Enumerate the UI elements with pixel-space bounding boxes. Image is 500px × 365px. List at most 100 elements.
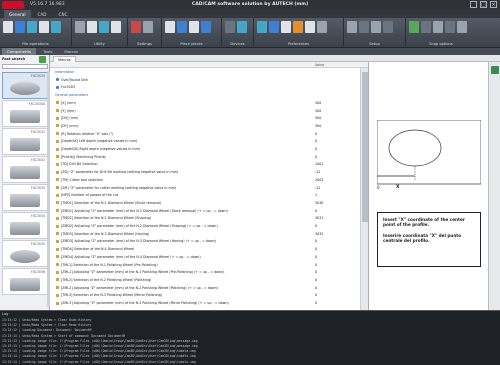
- parameter-row[interactable]: [TMD3] Selection of the N.3 Diamond Whee…: [50, 231, 360, 237]
- parameter-row[interactable]: [DepthSX] Left depth (negative values in…: [50, 138, 360, 144]
- parameter-row[interactable]: [ZML2] Adjusting "Z" parameter (mm) of t…: [50, 285, 360, 291]
- parameter-value[interactable]: 3031: [315, 215, 323, 221]
- snap-grid-icon[interactable]: [409, 21, 419, 33]
- parameter-value[interactable]: 0: [315, 138, 317, 144]
- component-thumbnail[interactable]: FXC3030: [2, 72, 48, 99]
- gear-icon[interactable]: [143, 21, 153, 33]
- monitor-icon[interactable]: [177, 21, 187, 33]
- grid-scrollbar[interactable]: [360, 68, 368, 310]
- tab-tools[interactable]: Tools: [38, 48, 57, 55]
- search-icon[interactable]: [39, 56, 46, 63]
- parameter-row[interactable]: [ZMD1] Adjusting "Z" parameter (mm) of t…: [50, 208, 360, 214]
- wrench-icon[interactable]: [111, 21, 121, 33]
- parameter-value[interactable]: 0: [315, 285, 317, 291]
- layers-icon[interactable]: [269, 21, 279, 33]
- component-thumbnail[interactable]: FXC3034: [2, 212, 48, 239]
- save-icon[interactable]: [27, 21, 37, 33]
- open-file-icon[interactable]: [15, 21, 25, 33]
- parameter-value[interactable]: 0: [315, 254, 317, 260]
- language-flag-icon[interactable]: [131, 21, 141, 33]
- parameter-value[interactable]: -22: [315, 185, 320, 191]
- parameter-value[interactable]: 300: [315, 108, 321, 114]
- parameter-row[interactable]: [ZMD4] Adjusting "Z" parameter (mm) of t…: [50, 254, 360, 260]
- tab-components[interactable]: Components: [2, 48, 37, 55]
- tab-cnc[interactable]: CNC: [54, 10, 73, 18]
- pointer-icon[interactable]: [293, 21, 303, 33]
- view-toggle-icon[interactable]: [491, 66, 499, 74]
- setup-icon[interactable]: [347, 21, 357, 33]
- parameter-value[interactable]: 0: [315, 262, 317, 268]
- monitor-icon[interactable]: [201, 21, 211, 33]
- parameter-row[interactable]: [X] (mm) 300: [50, 100, 360, 106]
- config-icon[interactable]: [371, 21, 381, 33]
- parameter-row[interactable]: [Priority] Machining Priority 0: [50, 154, 360, 160]
- parameter-row[interactable]: [ZD] "Z" parameter for Drill Bit working…: [50, 169, 360, 175]
- parameter-value[interactable]: -22: [315, 169, 320, 175]
- parameter-value[interactable]: 3030: [315, 200, 323, 206]
- parameter-row[interactable]: [NPZ] Number of passes of the cut 1: [50, 192, 360, 198]
- refresh-icon[interactable]: [257, 21, 267, 33]
- tool-icon[interactable]: [317, 21, 327, 33]
- monitor-icon[interactable]: [189, 21, 199, 33]
- measure-icon[interactable]: [99, 21, 109, 33]
- parameter-row[interactable]: [ZMD2] Adjusting "Z" parameter (mm) of t…: [50, 223, 360, 229]
- parameter-row[interactable]: [TML2] Selection of the N.2 Polishing Wh…: [50, 277, 360, 283]
- new-file-icon[interactable]: [3, 21, 13, 33]
- tab-cad[interactable]: CAD: [33, 10, 52, 18]
- device-icon[interactable]: [225, 21, 235, 33]
- parameter-value[interactable]: 0: [315, 131, 317, 137]
- parameter-row[interactable]: General parameters: [50, 92, 360, 98]
- parameter-row[interactable]: [DepthDX] Right depth (negative values i…: [50, 146, 360, 152]
- parameter-value[interactable]: 300: [315, 100, 321, 106]
- close-button[interactable]: ×: [490, 1, 497, 8]
- parameter-row[interactable]: Oval Round Sink: [50, 77, 360, 83]
- machine-icon[interactable]: [359, 21, 369, 33]
- parameter-value[interactable]: 0: [315, 223, 317, 229]
- snap-arc-icon[interactable]: [445, 21, 455, 33]
- parameter-value[interactable]: 0: [315, 238, 317, 244]
- parameter-value[interactable]: 0: [315, 208, 317, 214]
- parameter-value[interactable]: 0: [315, 300, 317, 306]
- parameter-value[interactable]: 0: [315, 246, 317, 252]
- parameter-row[interactable]: [R] Rotation relative "X" axis (°) 0: [50, 131, 360, 137]
- snap-center-icon[interactable]: [457, 21, 467, 33]
- monitor-icon[interactable]: [165, 21, 175, 33]
- component-thumbnail[interactable]: FXC3032: [2, 156, 48, 183]
- parameter-value[interactable]: 500: [315, 115, 321, 121]
- parameter-value[interactable]: 0: [315, 154, 317, 160]
- parameter-row[interactable]: [TMD2] Selection of the N.2 Diamond Whee…: [50, 215, 360, 221]
- component-thumbnail[interactable]: FXC3035: [2, 240, 48, 267]
- ruler-icon[interactable]: [305, 21, 315, 33]
- parameter-row[interactable]: Information: [50, 69, 360, 75]
- component-thumbnail[interactable]: FXC3036: [2, 268, 48, 295]
- parameter-row[interactable]: [TM] Cutter tool selection 2003: [50, 177, 360, 183]
- camera-icon[interactable]: [237, 21, 247, 33]
- snap-line-icon[interactable]: [433, 21, 443, 33]
- maximize-button[interactable]: □: [480, 1, 487, 8]
- tab-macros[interactable]: Macros: [59, 48, 82, 55]
- parameter-row[interactable]: [ZMD3] Adjusting "Z" parameter (mm) of t…: [50, 238, 360, 244]
- parameter-row[interactable]: [TMD1] Selection of the N.1 Diamond Whee…: [50, 200, 360, 206]
- parameter-value[interactable]: 0: [315, 269, 317, 275]
- snap-point-icon[interactable]: [421, 21, 431, 33]
- parameter-value[interactable]: 1001: [315, 161, 323, 167]
- table-icon[interactable]: [383, 21, 393, 33]
- document-icon[interactable]: [87, 21, 97, 33]
- parameter-value[interactable]: 0: [315, 146, 317, 152]
- parameter-row[interactable]: [DX] (mm) 500: [50, 115, 360, 121]
- calculator-icon[interactable]: [75, 21, 85, 33]
- parameter-value[interactable]: 2003: [315, 177, 323, 183]
- parameter-row[interactable]: [TML1] Selection of the N.1 Polishing Wh…: [50, 262, 360, 268]
- search-input[interactable]: [2, 64, 48, 69]
- parameter-row[interactable]: [ZM] "Z" parameter for cutter working (s…: [50, 185, 360, 191]
- tab-general[interactable]: General: [4, 10, 31, 18]
- minimize-button[interactable]: _: [470, 1, 477, 8]
- parameter-value[interactable]: 0: [315, 277, 317, 283]
- parameter-row[interactable]: [ZML1] Adjusting "Z" parameter (mm) of t…: [50, 269, 360, 275]
- grid-icon[interactable]: [281, 21, 291, 33]
- parameter-value[interactable]: 1: [315, 192, 317, 198]
- component-thumbnail[interactable]: FXC3033: [2, 184, 48, 211]
- component-thumbnail[interactable]: FXC3030A: [2, 100, 48, 127]
- component-thumbnail[interactable]: FXC3031: [2, 128, 48, 155]
- parameter-row[interactable]: [ZML3] Adjusting "Z" parameter (mm) of t…: [50, 300, 360, 306]
